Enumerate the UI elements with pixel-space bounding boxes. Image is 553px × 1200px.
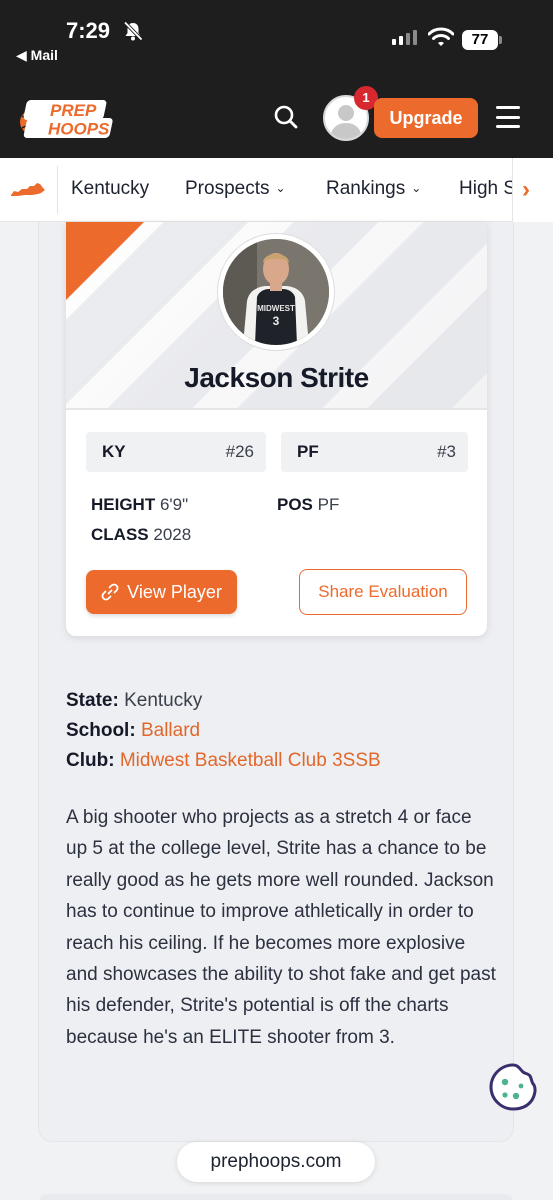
height-label: HEIGHT [91, 495, 156, 514]
cookie-settings-icon[interactable] [488, 1062, 538, 1112]
nav-item-label: High S [459, 178, 517, 199]
jersey-text: MIDWEST [257, 304, 295, 313]
position-abbr: PF [297, 442, 319, 461]
player-card: MIDWEST 3 Jackson Strite KY #26 PF #3 HE… [66, 222, 487, 636]
nav-item-kentucky[interactable]: Kentucky [71, 178, 149, 200]
position-attr: POS PF [277, 495, 339, 515]
nav-scroll-area [512, 158, 553, 222]
jersey-number: 3 [273, 314, 280, 328]
nav-item-label: Kentucky [71, 178, 150, 199]
player-photo: MIDWEST 3 [218, 234, 334, 350]
player-card-hero: MIDWEST 3 Jackson Strite [66, 222, 487, 410]
state-rank-box: KY #26 [86, 432, 266, 472]
share-evaluation-button[interactable]: Share Evaluation [299, 569, 467, 615]
bell-muted-icon [123, 21, 143, 41]
battery-indicator: 77 [462, 30, 498, 50]
battery-tip [499, 36, 502, 44]
nav-item-label: Prospects [185, 178, 270, 199]
nav-item-high-school[interactable]: High S [459, 178, 516, 200]
pos-label: POS [277, 495, 313, 514]
state-row: State: Kentucky [66, 690, 202, 712]
school-row: School: Ballard [66, 720, 200, 742]
logo-text-hoops: HOOPS [48, 120, 110, 139]
next-panel-edge [38, 1194, 514, 1200]
class-attr: CLASS 2028 [91, 525, 191, 545]
view-player-button[interactable]: View Player [86, 570, 237, 614]
prep-hoops-logo[interactable]: PREP HOOPS [18, 96, 118, 140]
class-label: CLASS [91, 525, 149, 544]
nav-item-rankings[interactable]: Rankings ⌄ [326, 178, 421, 200]
club-row: Club: Midwest Basketball Club 3SSB [66, 750, 381, 772]
upgrade-button[interactable]: Upgrade [374, 98, 478, 138]
nav-item-label: Rankings [326, 178, 406, 199]
height-attr: HEIGHT 6'9" [91, 495, 188, 515]
position-rank-box: PF #3 [281, 432, 468, 472]
search-icon[interactable] [272, 103, 300, 131]
class-value: 2028 [153, 525, 192, 544]
kentucky-state-icon[interactable] [10, 180, 46, 200]
orange-corner-accent [66, 222, 144, 300]
player-name: Jackson Strite [184, 362, 369, 393]
browser-address-bar[interactable]: prephoops.com [177, 1142, 375, 1182]
school-label: School: [66, 720, 136, 741]
state-abbr: KY [102, 442, 126, 461]
logo-text-prep: PREP [50, 101, 97, 120]
state-value: Kentucky [124, 690, 203, 711]
height-value: 6'9" [159, 495, 189, 514]
wifi-icon [428, 27, 454, 46]
pos-value: PF [317, 495, 340, 514]
evaluation-text: A big shooter who projects as a stretch … [66, 807, 496, 1048]
state-label: State: [66, 690, 119, 711]
hamburger-menu-icon[interactable] [496, 106, 520, 128]
signal-icon [392, 30, 417, 45]
club-label: Club: [66, 750, 115, 771]
club-link[interactable]: Midwest Basketball Club 3SSB [120, 750, 381, 771]
status-time: 7:29 [66, 18, 111, 43]
back-to-mail-link[interactable]: ◀ Mail [16, 47, 58, 64]
link-icon [101, 583, 119, 601]
school-link[interactable]: Ballard [141, 720, 200, 741]
chevron-down-icon: ⌄ [411, 181, 422, 195]
view-player-label: View Player [127, 581, 222, 602]
position-rank: #3 [437, 442, 456, 461]
nav-item-prospects[interactable]: Prospects ⌄ [185, 178, 286, 200]
state-rank: #26 [225, 442, 254, 461]
chevron-down-icon: ⌄ [275, 181, 286, 195]
chevron-right-icon[interactable]: › [522, 176, 530, 204]
nav-divider [57, 166, 58, 214]
